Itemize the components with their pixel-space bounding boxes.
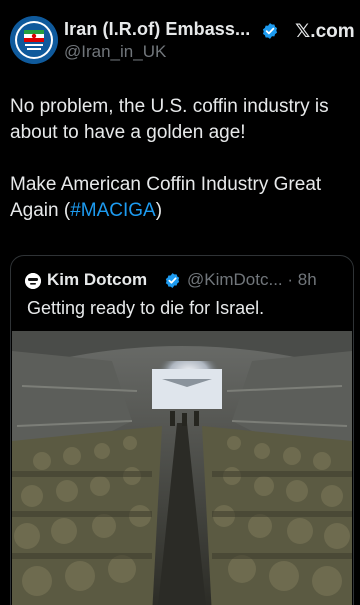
post-body: No problem, the U.S. coffin industry is … [10,94,355,224]
soldiers-in-aircraft-photo[interactable] [12,331,352,605]
quoted-verified-badge-icon [165,273,180,288]
post-paragraph-2: Make American Coffin Industry Great Agai… [10,172,355,224]
post-paragraph-2-text: Make American Coffin Industry Great Agai… [10,174,322,221]
post-header: Iran (I.R.of) Embass... 𝕏.com @Iran_in_U… [10,14,355,70]
post-screenshot: Iran (I.R.of) Embass... 𝕏.com @Iran_in_U… [0,0,360,605]
x-logo-icon: 𝕏.com [295,21,355,42]
post-paragraph-2-suffix: ) [155,200,163,221]
post-paragraph-1: No problem, the U.S. coffin industry is … [10,96,329,143]
hashtag-link[interactable]: #MACIGA [70,200,156,221]
quoted-post-header: Kim Dotcom @KimDotc... · 8h [25,270,345,294]
author-display-name[interactable]: Iran (I.R.of) Embass... [64,19,250,40]
quoted-post-card[interactable]: Kim Dotcom @KimDotc... · 8h Getting read… [10,255,354,605]
author-row: Iran (I.R.of) Embass... 𝕏.com [64,17,355,45]
quoted-post-text: Getting ready to die for Israel. [27,298,265,318]
author-handle[interactable]: @Iran_in_UK [64,42,166,62]
quoted-author-handle-time[interactable]: @KimDotc... · 8h [187,270,317,290]
quoted-author-name[interactable]: Kim Dotcom [47,270,147,290]
verified-badge-icon [262,23,278,39]
embassy-emblem-avatar[interactable] [10,16,58,64]
quoted-author-avatar[interactable] [25,273,41,289]
